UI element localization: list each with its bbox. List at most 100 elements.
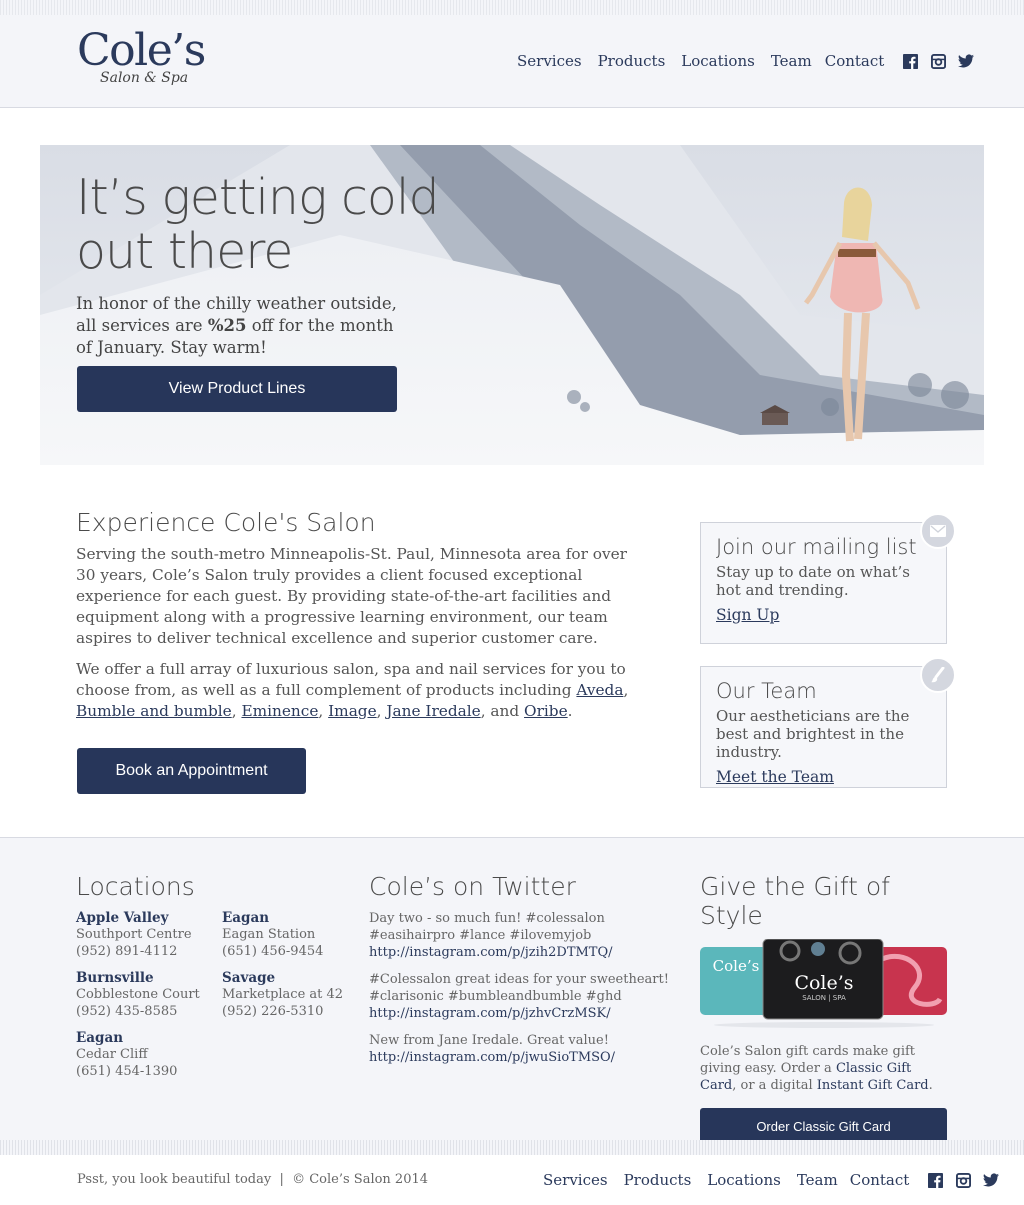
gift-card-logo: Cole’s bbox=[713, 957, 760, 975]
hero-title: It’s getting cold out there bbox=[76, 171, 456, 279]
meet-the-team-link[interactable]: Meet the Team bbox=[716, 768, 834, 786]
gift-card-sub: SALON | SPA bbox=[802, 994, 846, 1002]
gift-column: Give the Gift of Style Cole’s SALON | SP… bbox=[700, 872, 947, 1145]
footer-nav: Services Products Locations Team Contact bbox=[543, 1171, 1000, 1189]
footer-nav-contact[interactable]: Contact bbox=[850, 1171, 910, 1189]
location-phone: (952) 891-4112 bbox=[76, 944, 178, 959]
gift-cards-image: Cole’s SALON | SPA Cole’s bbox=[700, 938, 947, 1028]
location-city[interactable]: Burnsville bbox=[76, 970, 222, 986]
location-phone: (952) 435-8585 bbox=[76, 1004, 178, 1019]
sep: , bbox=[376, 702, 387, 720]
footer-nav-team[interactable]: Team bbox=[797, 1171, 838, 1189]
location-city[interactable]: Savage bbox=[222, 970, 346, 986]
hero-discount: %25 bbox=[207, 316, 247, 335]
tweet: #Colessalon great ideas for your sweethe… bbox=[369, 971, 669, 1022]
tweet-link[interactable]: http://instagram.com/p/jzhvCrzMSK/ bbox=[369, 1005, 669, 1022]
location-item: Apple Valley Southport Centre (952) 891-41… bbox=[76, 910, 222, 960]
footer-nav-products[interactable]: Products bbox=[624, 1171, 692, 1189]
location-city[interactable]: Eagan bbox=[222, 910, 346, 926]
logo-wordmark: Cole’s bbox=[77, 25, 206, 76]
location-item: Burnsville Cobblestone Court (952) 435-858… bbox=[76, 970, 222, 1020]
sep: , and bbox=[480, 702, 525, 720]
brand-link-image[interactable]: Image bbox=[328, 702, 377, 720]
twitter-title: Cole’s on Twitter bbox=[369, 872, 576, 901]
location-place: Cobblestone Court bbox=[76, 987, 200, 1002]
locations-title: Locations bbox=[76, 872, 195, 901]
gift-text-b: , or a digital bbox=[732, 1078, 817, 1093]
location-city[interactable]: Apple Valley bbox=[76, 910, 222, 926]
hero-text: In honor of the chilly weather outside, … bbox=[76, 293, 406, 359]
location-item: Eagan Cedar Cliff (651) 454-1390 bbox=[76, 1030, 222, 1080]
instagram-icon[interactable] bbox=[955, 1172, 971, 1188]
mailing-text: Stay up to date on what’s hot and trendi… bbox=[716, 563, 910, 599]
location-phone: (651) 456-9454 bbox=[222, 944, 324, 959]
view-product-lines-button[interactable]: View Product Lines bbox=[77, 366, 397, 412]
twitter-column: Cole’s on Twitter Day two - so much fun!… bbox=[369, 872, 669, 1076]
locations-column: Locations Apple Valley Southport Centre (9… bbox=[76, 872, 346, 1080]
brand-link-aveda[interactable]: Aveda bbox=[576, 681, 623, 699]
brand-link-oribe[interactable]: Oribe bbox=[524, 702, 568, 720]
tweet-text: #Colessalon great ideas for your sweethe… bbox=[369, 972, 669, 1004]
location-place: Eagan Station bbox=[222, 927, 316, 942]
twitter-icon[interactable] bbox=[958, 53, 975, 69]
sep: , bbox=[231, 702, 242, 720]
hero-copy: It’s getting cold out there In honor of t… bbox=[76, 171, 456, 359]
location-place: Marketplace at 42 bbox=[222, 987, 344, 1002]
nav-team[interactable]: Team bbox=[771, 52, 812, 70]
tweet-link[interactable]: http://instagram.com/p/jzih2DTMTQ/ bbox=[369, 944, 669, 961]
location-place: Cedar Cliff bbox=[76, 1047, 148, 1062]
experience-para2-text: We offer a full array of luxurious salon… bbox=[76, 660, 626, 699]
site-header: Cole’s Salon & Spa Services Products Loc… bbox=[0, 0, 1024, 108]
facebook-icon[interactable] bbox=[902, 53, 918, 69]
bottom-bar: Psst, you look beautiful today | © Cole’… bbox=[0, 1155, 1024, 1205]
locations-list: Apple Valley Southport Centre (952) 891-41… bbox=[76, 910, 346, 1080]
location-phone: (651) 454-1390 bbox=[76, 1064, 178, 1079]
tweet-link[interactable]: http://instagram.com/p/jwuSioTMSO/ bbox=[369, 1049, 669, 1066]
gift-text: Cole’s Salon gift cards make gift giving… bbox=[700, 1043, 947, 1094]
tweet: Day two - so much fun! #colessalon #easi… bbox=[369, 910, 669, 961]
location-item: Savage Marketplace at 42 (952) 226-5310 bbox=[222, 970, 346, 1020]
hero-title-line2: out there bbox=[76, 223, 293, 280]
mailing-list-card: Join our mailing list Stay up to date on… bbox=[700, 513, 956, 644]
location-item: Eagan Eagan Station (651) 456-9454 bbox=[222, 910, 346, 960]
footer-texture-strip bbox=[0, 1140, 1024, 1155]
team-card: Our Team Our aestheticians are the best … bbox=[700, 657, 956, 788]
facebook-icon[interactable] bbox=[927, 1172, 943, 1188]
nav-services[interactable]: Services bbox=[517, 52, 582, 70]
location-place: Southport Centre bbox=[76, 927, 192, 942]
instagram-icon[interactable] bbox=[930, 53, 946, 69]
twitter-icon[interactable] bbox=[983, 1172, 1000, 1188]
footer-social-links bbox=[927, 1172, 1000, 1188]
instant-gift-card-link[interactable]: Instant Gift Card bbox=[817, 1078, 929, 1093]
hero-banner: It’s getting cold out there In honor of t… bbox=[40, 145, 984, 465]
gift-card-logo: Cole’s bbox=[794, 972, 853, 994]
footer-nav-locations[interactable]: Locations bbox=[707, 1171, 781, 1189]
book-appointment-button[interactable]: Book an Appointment bbox=[77, 748, 306, 794]
nav-locations[interactable]: Locations bbox=[681, 52, 755, 70]
experience-section: Experience Cole's Salon Serving the sout… bbox=[76, 508, 651, 732]
sign-up-link[interactable]: Sign Up bbox=[716, 606, 779, 624]
footer-section: Locations Apple Valley Southport Centre (9… bbox=[0, 837, 1024, 1145]
brand-link-eminence[interactable]: Eminence bbox=[241, 702, 318, 720]
mailing-title: Join our mailing list bbox=[716, 535, 917, 559]
social-links bbox=[902, 53, 975, 69]
sep: . bbox=[567, 702, 573, 720]
nav-products[interactable]: Products bbox=[598, 52, 666, 70]
team-text: Our aestheticians are the best and brigh… bbox=[716, 707, 910, 761]
experience-title: Experience Cole's Salon bbox=[76, 508, 376, 537]
location-phone: (952) 226-5310 bbox=[222, 1004, 324, 1019]
footer-nav-services[interactable]: Services bbox=[543, 1171, 608, 1189]
tweet: New from Jane Iredale. Great value! http:… bbox=[369, 1032, 669, 1066]
site-logo[interactable]: Cole’s Salon & Spa bbox=[77, 25, 206, 87]
main-nav: Services Products Locations Team Contact bbox=[517, 52, 975, 70]
copyright-text: Psst, you look beautiful today | © Cole’… bbox=[77, 1172, 429, 1187]
sep: , bbox=[623, 681, 629, 699]
brush-icon bbox=[920, 657, 956, 693]
sep: , bbox=[318, 702, 329, 720]
location-city[interactable]: Eagan bbox=[76, 1030, 222, 1046]
brand-link-bumble[interactable]: Bumble and bumble bbox=[76, 702, 232, 720]
brand-link-jane-iredale[interactable]: Jane Iredale bbox=[386, 702, 480, 720]
experience-para2: We offer a full array of luxurious salon… bbox=[76, 659, 651, 722]
experience-para1: Serving the south-metro Minneapolis-St. … bbox=[76, 545, 627, 647]
nav-contact[interactable]: Contact bbox=[825, 52, 885, 70]
